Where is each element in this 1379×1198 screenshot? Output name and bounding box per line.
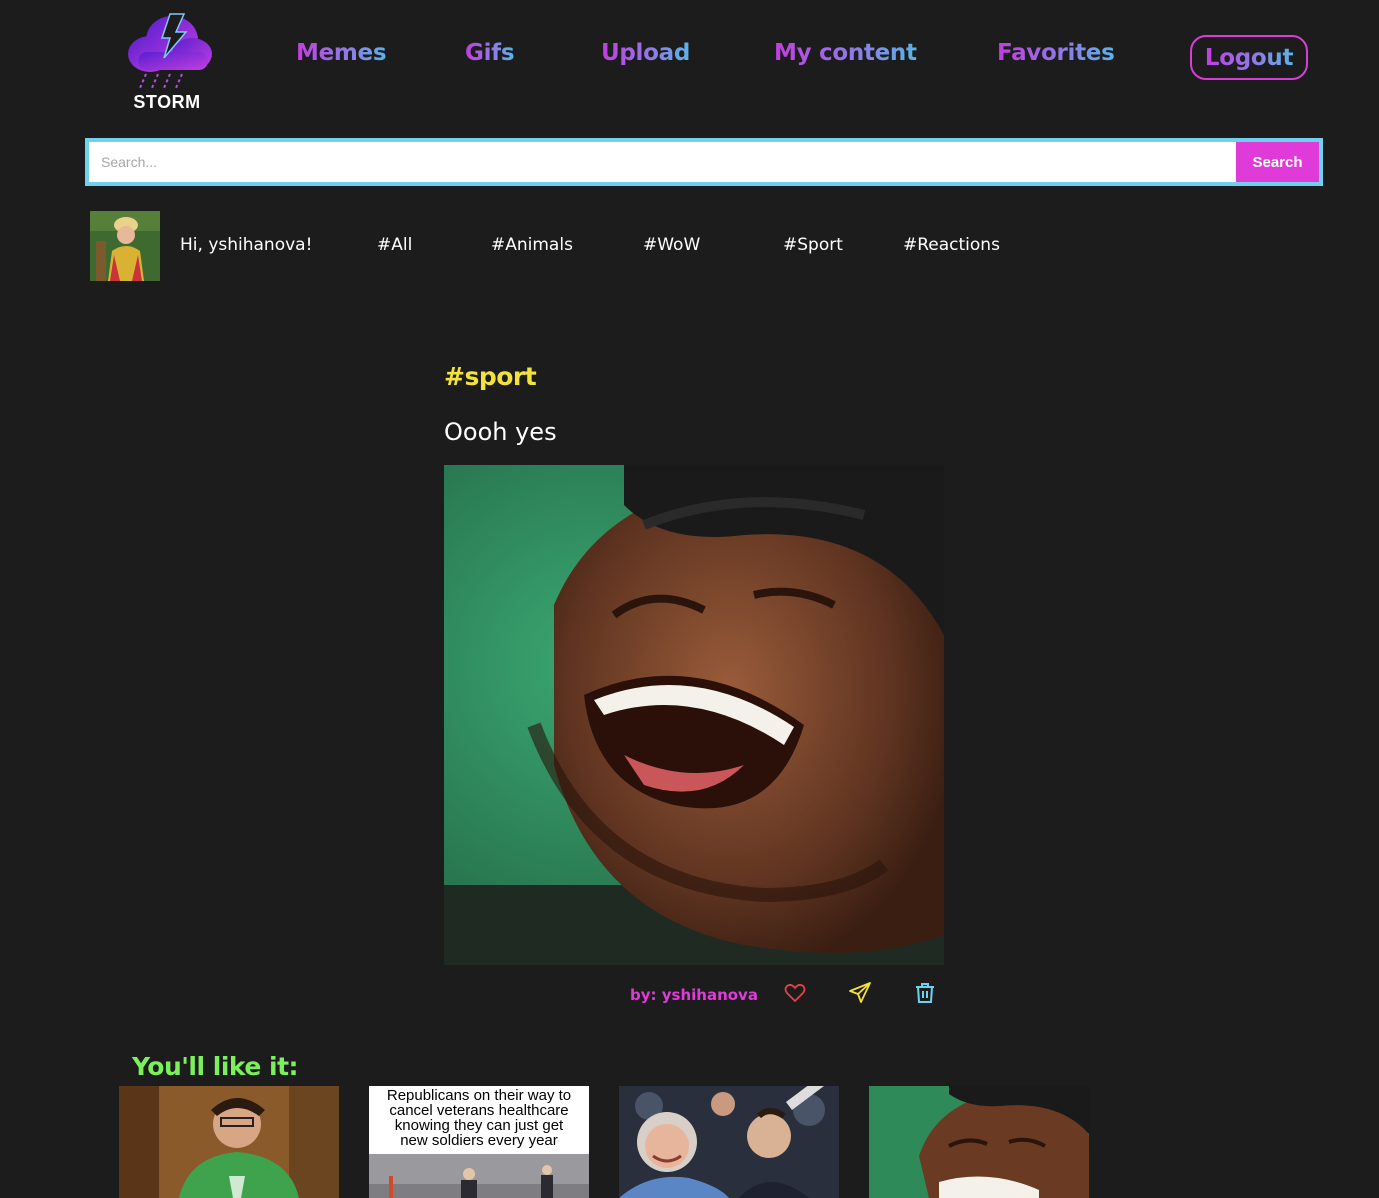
cloud-lightning-icon (128, 13, 212, 89)
post-title: Oooh yes (444, 418, 557, 446)
tag-wow[interactable]: #WoW (643, 235, 700, 255)
heart-icon[interactable] (783, 981, 807, 1005)
suggestion-thumbnail[interactable] (869, 1086, 1089, 1198)
suggestion-caption: Republicans on their way to cancel veter… (386, 1087, 572, 1149)
tag-all[interactable]: #All (377, 235, 412, 255)
suggestion-thumbnail[interactable] (619, 1086, 839, 1198)
logout-button[interactable]: Logout (1190, 35, 1308, 80)
suggestion-image (869, 1086, 1089, 1198)
avatar-image (90, 211, 160, 281)
laughing-man-image (444, 465, 944, 965)
post-gif[interactable] (444, 465, 944, 965)
logout-label: Logout (1204, 44, 1294, 71)
tag-reactions[interactable]: #Reactions (903, 235, 1000, 255)
nav-my-content[interactable]: My content (774, 40, 917, 76)
brand-name: STORM (133, 92, 201, 112)
suggestions-title: You'll like it: (132, 1052, 299, 1081)
suggestion-image (119, 1086, 339, 1198)
suggestion-image (619, 1086, 839, 1198)
post-tag[interactable]: #sport (444, 362, 537, 391)
nav-upload[interactable]: Upload (601, 40, 690, 76)
storm-logo[interactable]: STORM (124, 8, 216, 116)
tag-sport[interactable]: #Sport (783, 235, 843, 255)
suggestion-thumbnail[interactable] (119, 1086, 339, 1198)
suggestion-thumbnail[interactable]: Republicans on their way to cancel veter… (369, 1086, 589, 1198)
search-input[interactable] (89, 142, 1236, 182)
tag-animals[interactable]: #Animals (491, 235, 573, 255)
nav-memes[interactable]: Memes (296, 40, 387, 76)
user-greeting: Hi, yshihanova! (180, 235, 313, 255)
send-icon[interactable] (848, 981, 872, 1005)
nav-gifs[interactable]: Gifs (465, 40, 515, 76)
nav-favorites[interactable]: Favorites (997, 40, 1115, 76)
trash-icon[interactable] (913, 981, 937, 1005)
suggestion-image (369, 1154, 589, 1198)
avatar[interactable] (90, 211, 160, 281)
search-bar: Search (85, 138, 1323, 186)
post-author[interactable]: by: yshihanova (630, 986, 758, 1004)
search-button[interactable]: Search (1236, 142, 1319, 182)
